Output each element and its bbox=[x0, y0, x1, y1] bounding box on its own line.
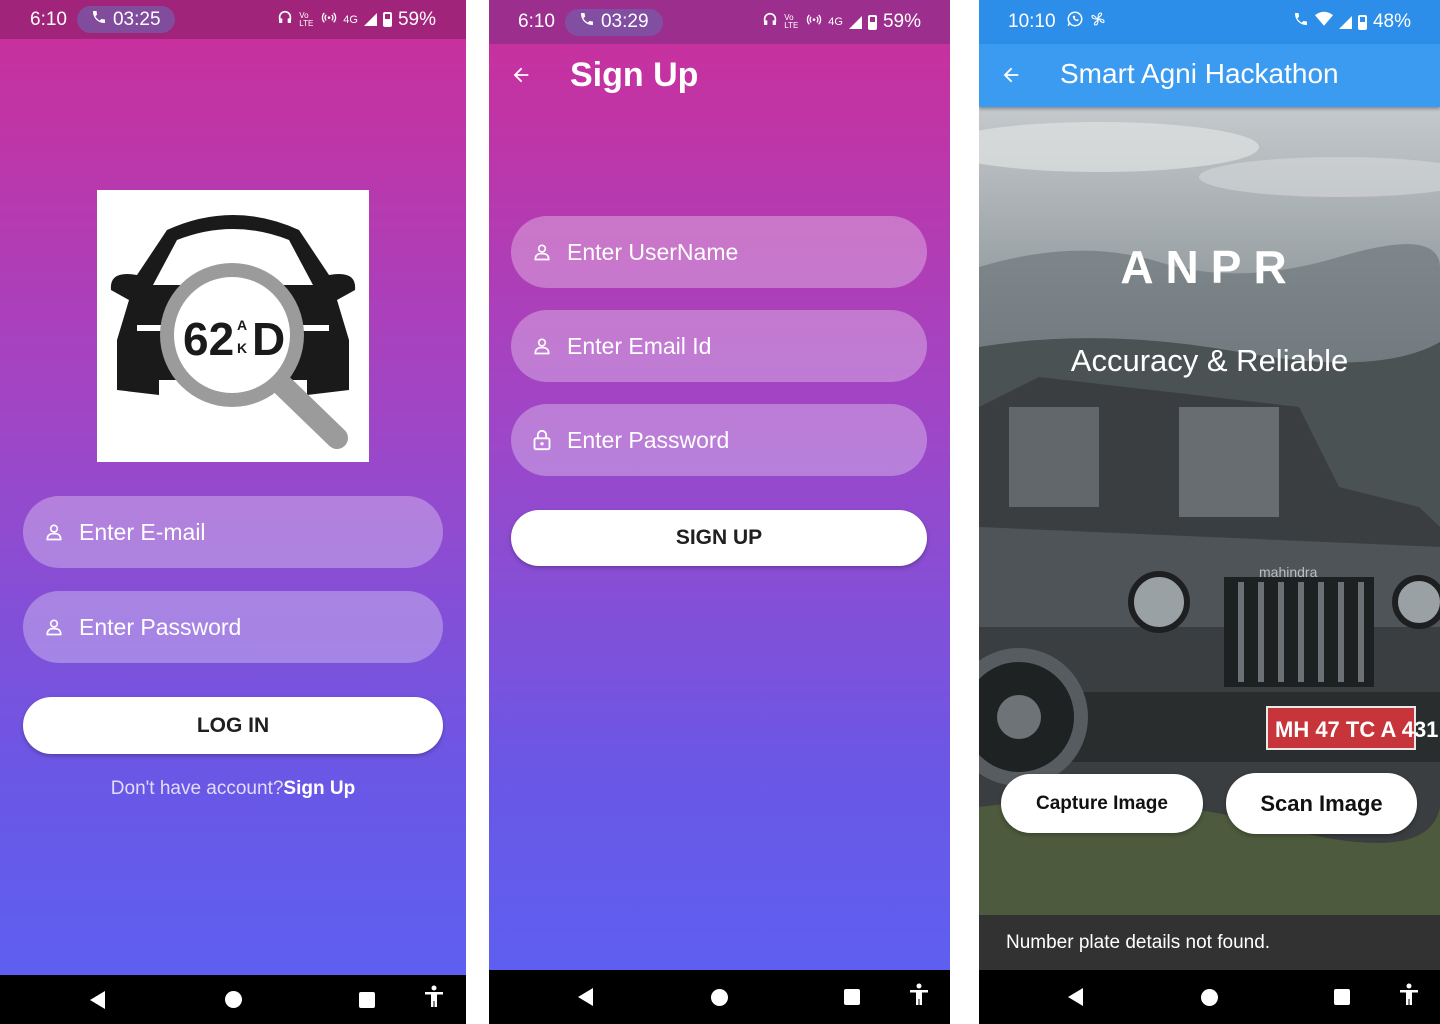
logo-plate-small-bottom: K bbox=[237, 340, 247, 356]
back-arrow-icon[interactable] bbox=[510, 64, 532, 91]
hotspot-icon bbox=[321, 9, 337, 31]
battery-icon bbox=[1357, 14, 1367, 30]
logo-plate-number: 62 bbox=[183, 313, 234, 365]
email-field[interactable]: Enter Email Id bbox=[511, 310, 927, 382]
password-placeholder: Enter Password bbox=[79, 613, 242, 640]
navigation-bar bbox=[0, 975, 466, 1024]
hotspot-icon bbox=[806, 11, 822, 33]
app-bar: Smart Agni Hackathon bbox=[979, 44, 1440, 107]
call-duration: 03:29 bbox=[600, 11, 649, 32]
status-bar: 10:10 48% bbox=[979, 0, 1440, 44]
status-icons: Vo LTE 4G 59% bbox=[762, 11, 921, 33]
nav-recents-icon[interactable] bbox=[359, 991, 375, 1008]
no-account-text: Don't have account? bbox=[110, 778, 284, 799]
app-title: Smart Agni Hackathon bbox=[1060, 58, 1339, 89]
anpr-screen: 10:10 48% Smart Agni Hackathon mahindra … bbox=[979, 0, 1440, 1024]
accessibility-icon[interactable] bbox=[423, 985, 445, 1014]
network-type: 4G bbox=[828, 16, 843, 28]
fan-icon bbox=[1090, 11, 1106, 33]
battery-level: 59% bbox=[397, 8, 436, 30]
anpr-subheading: Accuracy & Reliable bbox=[1070, 343, 1349, 378]
logo-plate-letter: D bbox=[252, 313, 285, 365]
login-screen: 6:10 03:25 Vo LTE 4G 59% 62 A K D Enter … bbox=[0, 0, 466, 1024]
vehicle-brand-text: mahindra bbox=[1259, 564, 1318, 580]
status-bar: 6:10 03:29 Vo LTE 4G 59% bbox=[489, 0, 950, 44]
accessibility-icon[interactable] bbox=[908, 983, 930, 1012]
signup-button[interactable]: SIGN UP bbox=[511, 510, 927, 566]
person-icon bbox=[43, 522, 65, 542]
anpr-heading: ANPR bbox=[1120, 241, 1299, 293]
status-icons: 48% bbox=[1293, 11, 1411, 33]
status-time: 10:10 bbox=[1008, 11, 1056, 32]
car-search-logo-icon: 62 A K D bbox=[110, 215, 356, 449]
password-placeholder: Enter Password bbox=[567, 426, 730, 453]
battery-level: 59% bbox=[882, 11, 921, 32]
background-vehicle-image: mahindra MH 47 TC A 431 ANPR Accuracy & … bbox=[979, 107, 1440, 915]
signup-prompt: Don't have account?Sign Up bbox=[0, 778, 466, 800]
nav-home-icon[interactable] bbox=[1201, 988, 1218, 1006]
nav-back-icon[interactable] bbox=[1068, 988, 1083, 1006]
nav-home-icon[interactable] bbox=[225, 991, 242, 1008]
wifi-icon bbox=[1314, 11, 1333, 33]
snackbar-message: Number plate details not found. bbox=[1006, 931, 1271, 953]
volte-icon: Vo LTE bbox=[299, 10, 314, 28]
navigation-bar bbox=[979, 970, 1440, 1024]
person-icon bbox=[43, 617, 65, 637]
status-time: 6:10 bbox=[518, 11, 555, 32]
signup-screen: 6:10 03:29 Vo LTE 4G 59% Sign Up Enter U… bbox=[489, 0, 950, 1024]
volte-icon: Vo LTE bbox=[784, 13, 799, 30]
password-field[interactable]: Enter Password bbox=[511, 404, 927, 476]
nav-home-icon[interactable] bbox=[711, 988, 728, 1006]
person-icon bbox=[531, 242, 553, 262]
signal-icon bbox=[848, 15, 862, 29]
email-field[interactable]: Enter E-mail bbox=[23, 496, 443, 568]
nav-recents-icon[interactable] bbox=[1334, 989, 1350, 1005]
network-type: 4G bbox=[343, 13, 358, 26]
navigation-bar bbox=[489, 970, 950, 1024]
status-bar: 6:10 03:25 Vo LTE 4G 59% bbox=[0, 0, 466, 39]
accessibility-icon[interactable] bbox=[1398, 983, 1420, 1012]
whatsapp-icon bbox=[1066, 10, 1084, 34]
username-placeholder: Enter UserName bbox=[567, 238, 739, 265]
phone-icon bbox=[579, 11, 595, 33]
password-field[interactable]: Enter Password bbox=[23, 591, 443, 663]
signup-background bbox=[489, 0, 950, 970]
status-time: 6:10 bbox=[30, 8, 67, 30]
signal-icon bbox=[1338, 15, 1352, 29]
signal-icon bbox=[363, 13, 377, 26]
scan-image-button[interactable]: Scan Image bbox=[1226, 773, 1417, 834]
battery-icon bbox=[382, 12, 392, 27]
call-duration: 03:25 bbox=[112, 8, 161, 30]
person-icon bbox=[531, 336, 553, 356]
login-background bbox=[0, 0, 466, 975]
status-icons: Vo LTE 4G 59% bbox=[277, 9, 436, 31]
nav-back-icon[interactable] bbox=[578, 988, 593, 1006]
email-placeholder: Enter E-mail bbox=[79, 518, 206, 545]
ongoing-call-chip[interactable]: 03:25 bbox=[76, 6, 175, 33]
wifi-calling-icon bbox=[1293, 11, 1309, 33]
signup-link[interactable]: Sign Up bbox=[283, 778, 355, 799]
email-placeholder: Enter Email Id bbox=[567, 332, 712, 359]
lock-icon bbox=[531, 429, 553, 451]
logo-plate-small-top: A bbox=[237, 317, 247, 333]
vehicle-plate-text: MH 47 TC A 431 bbox=[1275, 717, 1438, 742]
login-button[interactable]: LOG IN bbox=[23, 697, 443, 754]
nav-recents-icon[interactable] bbox=[844, 989, 860, 1005]
headset-icon bbox=[762, 11, 778, 33]
headset-icon bbox=[277, 9, 293, 31]
snackbar: Number plate details not found. bbox=[979, 915, 1440, 970]
ongoing-call-chip[interactable]: 03:29 bbox=[564, 8, 663, 36]
back-arrow-icon[interactable] bbox=[1000, 64, 1022, 91]
nav-back-icon[interactable] bbox=[90, 990, 105, 1009]
battery-level: 48% bbox=[1372, 11, 1411, 32]
phone-icon bbox=[91, 9, 107, 31]
page-title: Sign Up bbox=[570, 56, 699, 94]
battery-icon bbox=[867, 14, 877, 30]
username-field[interactable]: Enter UserName bbox=[511, 216, 927, 288]
capture-image-button[interactable]: Capture Image bbox=[1001, 774, 1203, 833]
app-logo: 62 A K D bbox=[97, 190, 369, 462]
